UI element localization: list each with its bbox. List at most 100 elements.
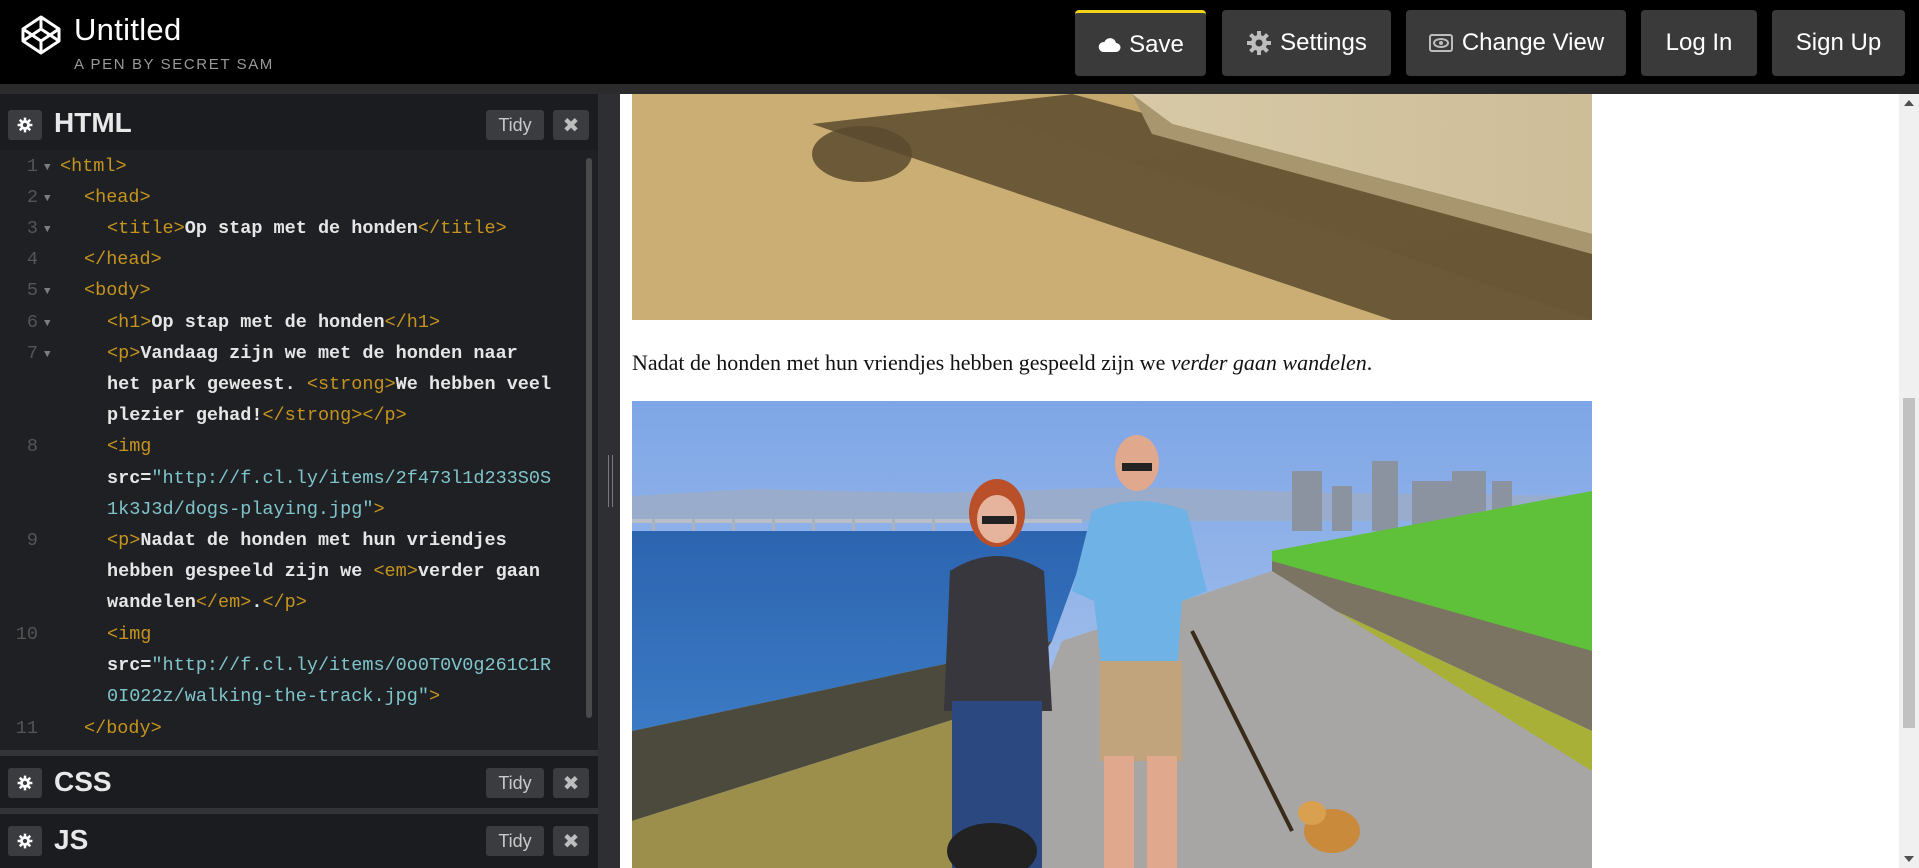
- save-button[interactable]: Save: [1075, 10, 1206, 76]
- html-tidy-button[interactable]: Tidy: [486, 110, 544, 140]
- code-token: plezier gehad!: [107, 405, 263, 426]
- cloud-icon: [1098, 37, 1121, 52]
- line-number: 3: [26, 218, 38, 239]
- code-line: <head>: [84, 187, 151, 208]
- code-token: >: [373, 499, 385, 520]
- code-line: 0I022z/walking-the-track.jpg">: [107, 686, 440, 707]
- html-pane-header: HTML Tidy ✖: [0, 94, 598, 150]
- js-pane-title: JS: [54, 824, 89, 855]
- html-code-editor[interactable]: 1 2 3 4 5 6 7 8 9 10 11 ▼ ▼ ▼ ▼ ▼ ▼ <htm…: [0, 150, 598, 750]
- code-line: <p>Nadat de honden met hun vriendjes: [107, 530, 507, 551]
- code-token: </title>: [417, 218, 507, 239]
- login-button-label: Log In: [1665, 29, 1733, 56]
- css-close-button[interactable]: ✖: [553, 768, 589, 798]
- gear-icon: [1247, 31, 1272, 55]
- line-number: 2: [26, 187, 38, 208]
- change-view-button[interactable]: Change View: [1406, 10, 1626, 76]
- top-header: Untitled A PEN BY SECRET SAM Save Settin…: [0, 0, 1919, 84]
- code-line: plezier gehad!</strong></p>: [107, 405, 407, 426]
- signup-button[interactable]: Sign Up: [1772, 10, 1905, 76]
- pen-title[interactable]: Untitled: [74, 12, 182, 48]
- code-token: .: [251, 592, 263, 613]
- editor-preview-resizer[interactable]: [598, 94, 620, 868]
- save-button-label: Save: [1129, 30, 1184, 58]
- preview-scrollbar-thumb[interactable]: [1903, 398, 1915, 728]
- result-preview[interactable]: Nadat de honden met hun vriendjes hebben…: [620, 94, 1899, 868]
- code-token: 0I022z/walking-the-track.jpg": [107, 686, 429, 707]
- code-line: src="http://f.cl.ly/items/2f473l1d233S0S: [107, 468, 551, 489]
- js-close-button[interactable]: ✖: [553, 826, 589, 856]
- code-token: </head>: [84, 249, 162, 270]
- code-token: <p>: [107, 343, 141, 364]
- line-number: 1: [26, 156, 38, 177]
- preview-text: .: [1366, 350, 1373, 375]
- code-token: src=: [107, 468, 152, 489]
- css-tidy-button[interactable]: Tidy: [486, 768, 544, 798]
- code-token: <img: [107, 436, 152, 457]
- code-token: We hebben veel: [395, 374, 552, 395]
- code-token: Vandaag zijn we met de honden naar: [140, 343, 518, 364]
- css-pane-header: CSS Tidy ✖: [0, 756, 598, 808]
- gear-icon: [17, 117, 33, 133]
- code-line: <h1>Op stap met de honden</h1>: [107, 312, 440, 333]
- js-pane-header: JS Tidy ✖: [0, 814, 598, 868]
- settings-button[interactable]: Settings: [1222, 10, 1391, 76]
- code-line: <html>: [60, 156, 127, 177]
- code-token: hebben gespeeld zijn we: [107, 561, 374, 582]
- code-line: het park geweest. <strong>We hebben veel: [107, 374, 551, 395]
- scroll-up-arrow-icon[interactable]: [1904, 100, 1914, 106]
- css-pane-title: CSS: [54, 766, 112, 797]
- line-number: 7: [26, 343, 38, 364]
- login-button[interactable]: Log In: [1641, 10, 1757, 76]
- code-token: <head>: [84, 187, 151, 208]
- html-editor-scrollbar[interactable]: [586, 158, 592, 718]
- resize-grip-icon: [612, 455, 613, 507]
- code-token: <p>: [107, 530, 141, 551]
- code-token: <html>: [60, 156, 127, 177]
- code-token: "http://f.cl.ly/items/2f473l1d233S0S: [151, 468, 552, 489]
- codepen-logo-icon[interactable]: [20, 14, 62, 56]
- fold-arrow-icon[interactable]: ▼: [44, 349, 51, 361]
- pen-author-byline: A PEN BY SECRET SAM: [74, 56, 274, 73]
- line-number: 5: [26, 280, 38, 301]
- code-token: het park geweest.: [107, 374, 307, 395]
- gear-icon: [17, 775, 33, 791]
- preview-paragraph: Nadat de honden met hun vriendjes hebben…: [632, 350, 1372, 376]
- scroll-down-arrow-icon[interactable]: [1904, 856, 1914, 862]
- code-token: <em>: [373, 561, 418, 582]
- code-token: wandelen: [107, 592, 196, 613]
- js-tidy-button[interactable]: Tidy: [486, 826, 544, 856]
- gear-icon: [17, 833, 33, 849]
- fold-arrow-icon[interactable]: ▼: [44, 286, 51, 298]
- code-token: Nadat de honden met hun vriendjes: [140, 530, 507, 551]
- code-token: Op stap met de honden: [151, 312, 385, 333]
- code-token: 1k3J3d/dogs-playing.jpg": [107, 499, 374, 520]
- eye-icon: [1428, 34, 1453, 52]
- code-token: <h1>: [107, 312, 152, 333]
- css-settings-button[interactable]: [8, 768, 42, 798]
- code-token: </body>: [84, 718, 162, 739]
- code-token: "http://f.cl.ly/items/0o0T0V0g261C1R: [151, 655, 552, 676]
- editor-column: HTML Tidy ✖ 1 2 3 4 5 6 7 8 9 10 11 ▼ ▼ …: [0, 94, 598, 868]
- settings-button-label: Settings: [1280, 29, 1367, 56]
- fold-arrow-icon[interactable]: ▼: [44, 162, 51, 174]
- header-divider: [0, 84, 1919, 94]
- line-number: 9: [26, 530, 38, 551]
- code-line: hebben gespeeld zijn we <em>verder gaan: [107, 561, 540, 582]
- code-token: >: [428, 686, 441, 707]
- line-number: 11: [15, 718, 38, 739]
- code-token: Op stap met de honden: [184, 218, 418, 239]
- html-close-button[interactable]: ✖: [553, 110, 589, 140]
- js-settings-button[interactable]: [8, 826, 42, 856]
- code-line: <img: [107, 624, 151, 645]
- code-line: <body>: [84, 280, 151, 301]
- preview-scrollbar[interactable]: [1899, 94, 1919, 868]
- fold-arrow-icon[interactable]: ▼: [44, 193, 51, 205]
- code-line: <img: [107, 436, 151, 457]
- fold-arrow-icon[interactable]: ▼: [44, 224, 51, 236]
- signup-button-label: Sign Up: [1795, 29, 1882, 56]
- code-line: </head>: [84, 249, 162, 270]
- html-settings-button[interactable]: [8, 110, 42, 140]
- code-line: wandelen</em>.</p>: [107, 592, 307, 613]
- fold-arrow-icon[interactable]: ▼: [44, 318, 51, 330]
